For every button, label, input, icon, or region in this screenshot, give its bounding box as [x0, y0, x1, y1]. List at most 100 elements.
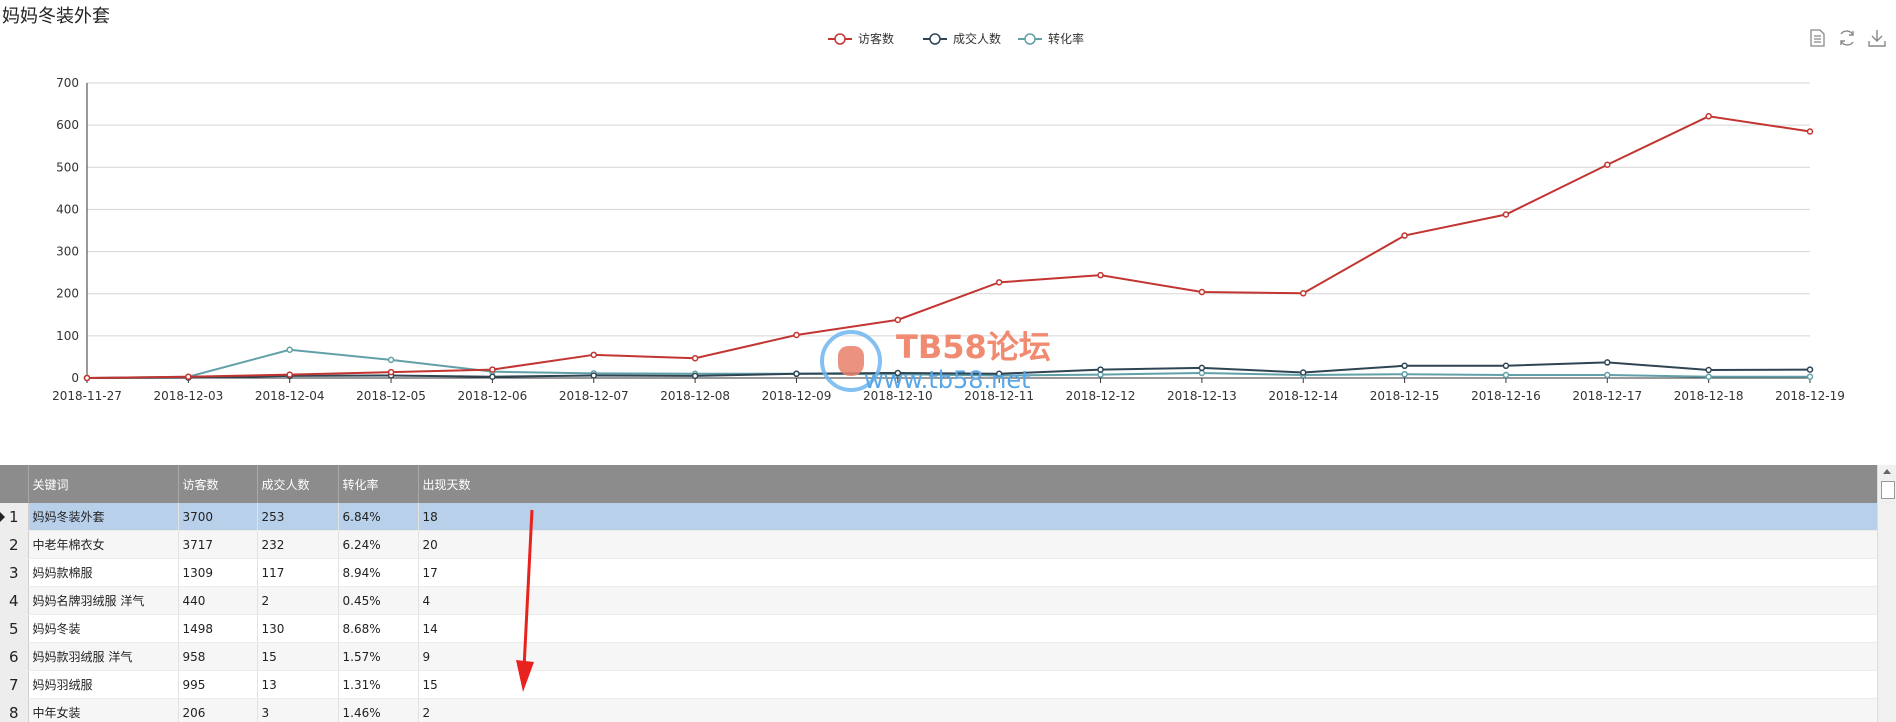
data-point[interactable] — [1198, 364, 1206, 372]
data-point[interactable] — [489, 373, 496, 380]
table-row[interactable]: 5 妈妈冬装 1498 130 8.68% 14 — [0, 614, 1879, 643]
data-point[interactable] — [1401, 232, 1408, 239]
legend-marker[interactable] — [1024, 33, 1036, 45]
data-point[interactable] — [1401, 362, 1408, 370]
cell-buyers[interactable]: 13 — [257, 670, 339, 699]
cell-keyword[interactable]: 妈妈冬装 — [28, 614, 179, 643]
data-point[interactable] — [1299, 369, 1307, 376]
data-point[interactable] — [286, 371, 293, 378]
cell-visitors[interactable]: 1498 — [178, 614, 258, 643]
column-header-conversion[interactable]: 转化率 — [338, 465, 419, 503]
legend-label[interactable]: 转化率 — [1048, 31, 1084, 46]
scroll-up-icon[interactable] — [1883, 469, 1891, 474]
cell-days[interactable]: 2 — [418, 698, 1879, 722]
data-point[interactable] — [83, 374, 91, 382]
cell-buyers[interactable]: 253 — [257, 503, 339, 531]
cell-buyers[interactable]: 232 — [257, 530, 339, 559]
data-point[interactable] — [691, 372, 699, 380]
data-point[interactable] — [894, 316, 902, 324]
cell-visitors[interactable]: 440 — [178, 586, 258, 615]
table-row[interactable]: 4 妈妈名牌羽绒服 洋气 440 2 0.45% 4 — [0, 586, 1879, 615]
cell-keyword[interactable]: 妈妈羽绒服 — [28, 670, 179, 699]
cell-keyword[interactable]: 妈妈款棉服 — [28, 558, 179, 587]
data-point[interactable] — [691, 354, 699, 362]
table-row[interactable]: 6 妈妈款羽绒服 洋气 958 15 1.57% 9 — [0, 642, 1879, 671]
cell-visitors[interactable]: 1309 — [178, 558, 258, 587]
cell-visitors[interactable]: 206 — [178, 698, 258, 722]
data-point[interactable] — [1705, 373, 1712, 380]
cell-conversion[interactable]: 6.84% — [338, 503, 419, 531]
data-point[interactable] — [185, 373, 192, 380]
data-point[interactable] — [1401, 370, 1408, 378]
data-point[interactable] — [1299, 290, 1307, 297]
data-point[interactable] — [590, 351, 598, 359]
data-point[interactable] — [793, 370, 800, 378]
data-point[interactable] — [1604, 161, 1611, 169]
data-point[interactable] — [590, 372, 598, 379]
cell-conversion[interactable]: 0.45% — [338, 586, 419, 615]
data-point[interactable] — [1198, 369, 1206, 377]
cell-conversion[interactable]: 8.68% — [338, 614, 419, 643]
data-point[interactable] — [1705, 113, 1712, 120]
data-point[interactable] — [387, 368, 395, 376]
data-point[interactable] — [1806, 373, 1814, 380]
cell-days[interactable]: 4 — [418, 586, 1879, 615]
data-point[interactable] — [1705, 366, 1712, 374]
legend-marker[interactable] — [929, 33, 941, 45]
cell-conversion[interactable]: 1.46% — [338, 698, 419, 722]
data-point[interactable] — [1097, 271, 1104, 279]
cell-keyword[interactable]: 妈妈名牌羽绒服 洋气 — [28, 586, 179, 615]
cell-buyers[interactable]: 130 — [257, 614, 339, 643]
data-point[interactable] — [387, 356, 395, 364]
cell-visitors[interactable]: 995 — [178, 670, 258, 699]
column-header-keyword[interactable]: 关键词 — [28, 465, 179, 503]
legend-label[interactable]: 访客数 — [858, 31, 894, 46]
data-point[interactable] — [1502, 362, 1510, 370]
table-row[interactable]: 3 妈妈款棉服 1309 117 8.94% 17 — [0, 558, 1879, 587]
cell-keyword[interactable]: 中老年棉衣女 — [28, 530, 179, 559]
cell-conversion[interactable]: 1.31% — [338, 670, 419, 699]
cell-buyers[interactable]: 3 — [257, 698, 339, 722]
cell-keyword[interactable]: 中年女装 — [28, 698, 179, 722]
cell-days[interactable]: 14 — [418, 614, 1879, 643]
data-point[interactable] — [1502, 211, 1510, 218]
cell-visitors[interactable]: 3700 — [178, 503, 258, 531]
cell-visitors[interactable]: 3717 — [178, 530, 258, 559]
cell-conversion[interactable]: 1.57% — [338, 642, 419, 671]
data-point[interactable] — [995, 279, 1003, 286]
data-point[interactable] — [793, 331, 800, 339]
cell-days[interactable]: 17 — [418, 558, 1879, 587]
data-point[interactable] — [1806, 366, 1814, 373]
data-point[interactable] — [1604, 371, 1611, 379]
data-point[interactable] — [286, 346, 293, 354]
legend-label[interactable]: 成交人数 — [953, 31, 1001, 46]
data-point[interactable] — [995, 370, 1003, 378]
data-point[interactable] — [1806, 128, 1814, 135]
legend-marker[interactable] — [834, 33, 846, 45]
cell-keyword[interactable]: 妈妈款羽绒服 洋气 — [28, 642, 179, 671]
table-row[interactable]: 1 妈妈冬装外套 3700 253 6.84% 18 — [0, 503, 1879, 531]
cell-days[interactable]: 20 — [418, 530, 1879, 559]
table-scrollbar[interactable] — [1877, 465, 1896, 722]
cell-keyword[interactable]: 妈妈冬装外套 — [28, 503, 179, 531]
data-point[interactable] — [489, 366, 496, 373]
table-row[interactable]: 7 妈妈羽绒服 995 13 1.31% 15 — [0, 670, 1879, 699]
column-header-days[interactable]: 出现天数 — [418, 465, 1879, 503]
scrollbar-thumb[interactable] — [1881, 481, 1895, 499]
data-point[interactable] — [1097, 371, 1104, 378]
table-row[interactable]: 2 中老年棉衣女 3717 232 6.24% 20 — [0, 530, 1879, 559]
data-point[interactable] — [1198, 288, 1206, 296]
cell-days[interactable]: 18 — [418, 503, 1879, 531]
cell-visitors[interactable]: 958 — [178, 642, 258, 671]
data-point[interactable] — [1604, 359, 1611, 366]
column-header-buyers[interactable]: 成交人数 — [257, 465, 339, 503]
cell-buyers[interactable]: 15 — [257, 642, 339, 671]
data-point[interactable] — [1097, 366, 1104, 373]
cell-buyers[interactable]: 2 — [257, 586, 339, 615]
cell-days[interactable]: 9 — [418, 642, 1879, 671]
data-point[interactable] — [1502, 371, 1510, 379]
column-header-visitors[interactable]: 访客数 — [178, 465, 258, 503]
cell-conversion[interactable]: 6.24% — [338, 530, 419, 559]
data-point[interactable] — [894, 369, 902, 377]
cell-conversion[interactable]: 8.94% — [338, 558, 419, 587]
